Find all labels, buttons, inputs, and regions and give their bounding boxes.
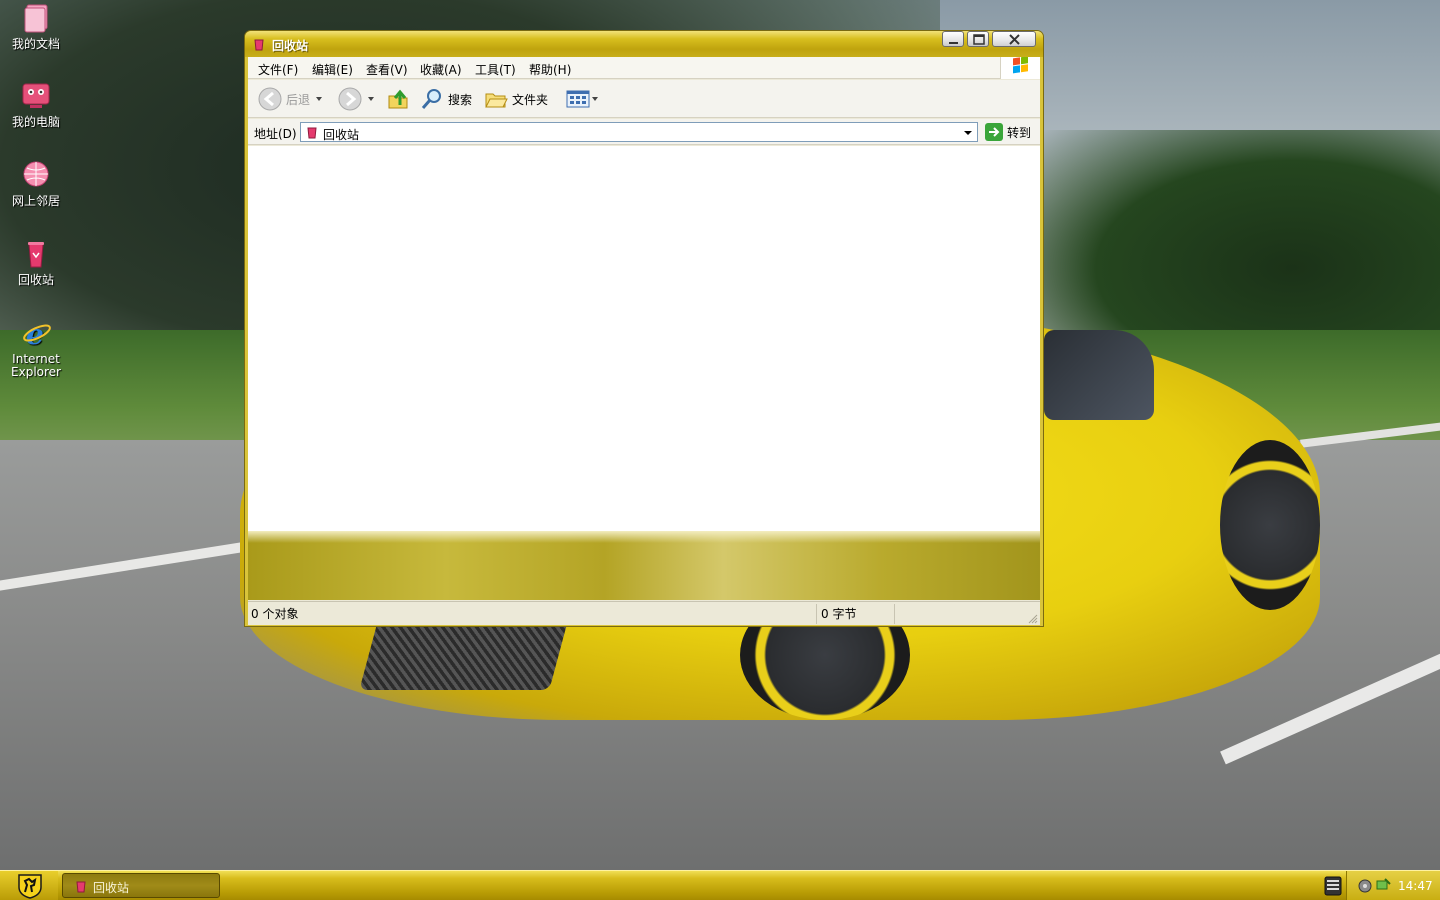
folders-button[interactable]: 文件夹 xyxy=(484,87,548,111)
taskbar-button-label: 回收站 xyxy=(93,881,130,895)
back-button[interactable]: 后退 xyxy=(258,87,323,111)
desktop-icon-recycle-bin[interactable]: 回收站 xyxy=(4,238,68,287)
chevron-down-icon xyxy=(368,97,374,101)
menu-tools[interactable]: 工具(T) xyxy=(475,61,516,78)
resize-grip-icon[interactable] xyxy=(1028,614,1038,624)
status-separator xyxy=(816,604,817,624)
status-size: 0 字节 xyxy=(821,607,857,621)
desktop-icon-network-places[interactable]: 网上邻居 xyxy=(4,159,68,208)
views-button[interactable] xyxy=(566,87,598,111)
recycle-bin-icon xyxy=(307,127,317,139)
taskbar-button-recycle-bin[interactable]: 回收站 xyxy=(62,873,220,898)
menu-view[interactable]: 查看(V) xyxy=(366,61,408,78)
desktop-icon-label: 回收站 xyxy=(17,273,54,287)
search-icon xyxy=(421,89,441,109)
network-status-icon[interactable] xyxy=(1375,877,1391,893)
status-object-count: 0 个对象 xyxy=(251,607,299,621)
search-label: 搜索 xyxy=(448,92,473,107)
wallpaper-car-wheel xyxy=(1220,440,1320,610)
content-background-band xyxy=(248,531,1040,600)
windows-logo xyxy=(1000,56,1040,79)
file-list-area[interactable] xyxy=(248,146,1040,600)
forward-arrow-icon xyxy=(338,87,362,111)
chevron-down-icon xyxy=(316,97,323,101)
network-places-icon xyxy=(23,161,49,187)
maximize-icon xyxy=(973,34,985,45)
minimize-icon xyxy=(949,42,958,44)
menu-help[interactable]: 帮助(H) xyxy=(529,61,571,78)
address-dropdown-button[interactable] xyxy=(961,124,975,140)
windows-flag-icon xyxy=(1013,56,1028,74)
keyboard-layout-icon[interactable] xyxy=(1324,874,1342,898)
status-bar: 0 个对象 0 字节 xyxy=(248,601,1040,625)
wallpaper-trees-right xyxy=(1040,130,1440,360)
folder-icon xyxy=(485,93,508,108)
address-input[interactable]: 回收站 xyxy=(300,122,978,142)
window-body: 文件(F) 编辑(E) 查看(V) 收藏(A) 工具(T) 帮助(H) 后退 搜… xyxy=(248,56,1040,625)
recycle-bin-window: 回收站 文件(F) 编辑(E) 查看(V) 收藏(A) 工具(T) 帮助(H) xyxy=(244,30,1044,627)
up-folder-icon xyxy=(388,89,408,109)
menu-edit[interactable]: 编辑(E) xyxy=(312,61,353,78)
window-titlebar[interactable]: 回收站 xyxy=(245,31,1043,57)
menu-bar: 文件(F) 编辑(E) 查看(V) 收藏(A) 工具(T) 帮助(H) xyxy=(248,56,1040,79)
chevron-down-icon xyxy=(964,131,972,135)
search-button[interactable]: 搜索 xyxy=(420,87,472,111)
views-icon xyxy=(566,90,590,108)
status-separator xyxy=(894,604,895,624)
desktop-icon-label: 网上邻居 xyxy=(11,194,60,208)
recycle-bin-icon xyxy=(76,881,86,893)
svg-text:e: e xyxy=(26,318,44,349)
chevron-down-icon xyxy=(592,97,598,101)
address-label: 地址(D) xyxy=(254,127,297,141)
desktop-icon-label: 我的电脑 xyxy=(11,115,60,129)
close-icon xyxy=(1009,34,1020,45)
desktop-icon-label: 我的文档 xyxy=(11,37,60,51)
wallpaper-car-window xyxy=(1044,330,1154,420)
go-button[interactable]: 转到 xyxy=(985,122,1031,142)
up-folder-button[interactable] xyxy=(386,87,410,111)
address-value: 回收站 xyxy=(323,128,360,142)
window-title: 回收站 xyxy=(272,39,309,53)
prancing-horse-logo-icon xyxy=(18,874,42,899)
maximize-button[interactable] xyxy=(967,31,989,47)
back-label: 后退 xyxy=(286,92,311,107)
folders-label: 文件夹 xyxy=(512,92,549,107)
my-computer-icon xyxy=(22,83,50,108)
go-arrow-icon xyxy=(985,123,1003,141)
taskbar: 回收站 14:47 xyxy=(0,870,1440,900)
go-label: 转到 xyxy=(1007,125,1032,140)
my-documents-icon xyxy=(24,4,48,33)
menu-favorites[interactable]: 收藏(A) xyxy=(420,61,462,78)
internet-explorer-icon: e xyxy=(23,318,51,349)
recycle-bin-icon xyxy=(254,39,264,51)
volume-icon[interactable] xyxy=(1357,878,1373,894)
taskbar-clock[interactable]: 14:47 xyxy=(1398,879,1433,893)
address-bar: 地址(D) 回收站 转到 xyxy=(248,119,1040,145)
back-arrow-icon xyxy=(258,87,282,111)
desktop-icon-label: Internet Explorer xyxy=(11,352,61,379)
desktop-icon-internet-explorer[interactable]: e Internet Explorer xyxy=(4,317,68,379)
start-button[interactable] xyxy=(0,871,58,900)
standard-toolbar: 后退 搜索 文件夹 xyxy=(248,80,1040,118)
desktop-icon-my-documents[interactable]: 我的文档 xyxy=(4,2,68,51)
minimize-button[interactable] xyxy=(942,31,964,47)
menu-file[interactable]: 文件(F) xyxy=(258,61,298,78)
desktop-icon-my-computer[interactable]: 我的电脑 xyxy=(4,80,68,129)
close-button[interactable] xyxy=(992,31,1036,47)
recycle-bin-icon xyxy=(28,242,44,268)
forward-button[interactable] xyxy=(338,87,374,111)
